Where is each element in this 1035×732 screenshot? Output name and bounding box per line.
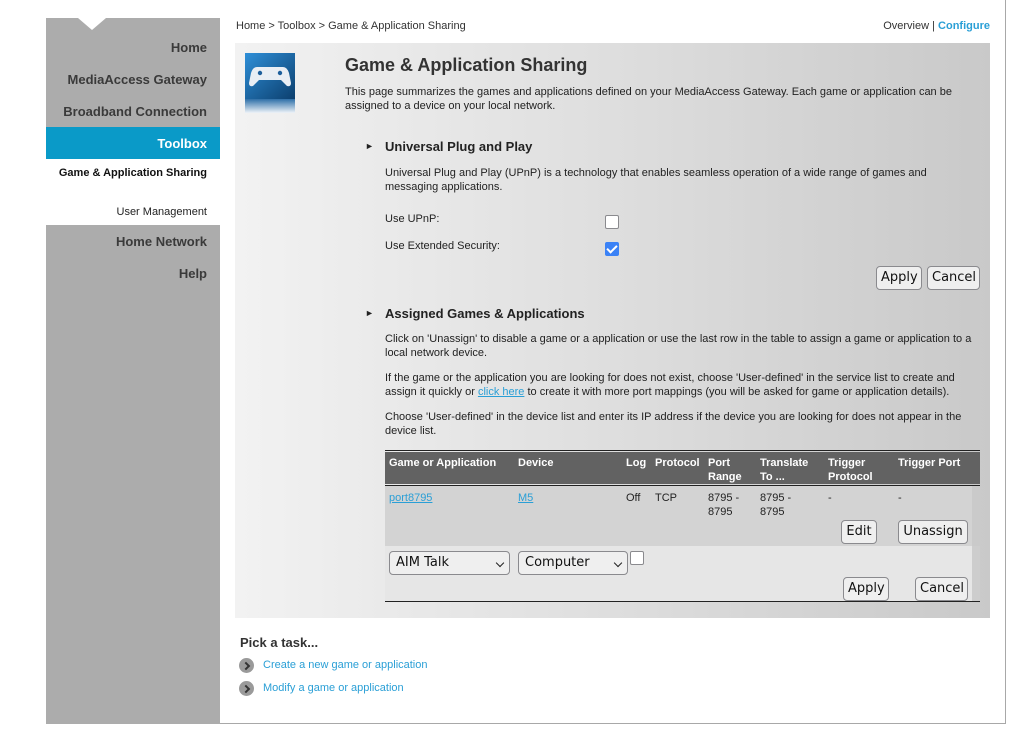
- device-select-value: Computer: [525, 555, 590, 570]
- toolbox-submenu: Game & Application Sharing User Manageme…: [46, 159, 220, 225]
- tasks-title: Pick a task...: [240, 635, 319, 650]
- sidebar-notch: [78, 18, 106, 30]
- new-row-cancel-button[interactable]: Cancel: [915, 577, 968, 601]
- th-trigger-port: Trigger Port: [898, 457, 961, 469]
- section-arrow-icon: ►: [365, 141, 374, 151]
- sidebar-item-home[interactable]: Home: [171, 40, 207, 55]
- upnp-apply-button[interactable]: Apply: [876, 266, 922, 290]
- game-link[interactable]: port8795: [389, 492, 432, 504]
- chevron-right-icon: [239, 658, 254, 673]
- device-link[interactable]: M5: [518, 492, 533, 504]
- task-create-game-label: Create a new game or application: [263, 659, 428, 671]
- view-separator: |: [932, 20, 935, 32]
- chevron-down-icon: [613, 558, 623, 568]
- click-here-link[interactable]: click here: [478, 386, 524, 398]
- page-title: Game & Application Sharing: [345, 55, 588, 75]
- task-modify-game-label: Modify a game or application: [263, 682, 404, 694]
- extended-security-checkbox[interactable]: [605, 242, 619, 256]
- protocol-value: TCP: [655, 492, 677, 504]
- view-links: Overview | Configure: [883, 20, 990, 32]
- assigned-para-device: Choose 'User-defined' in the device list…: [385, 411, 962, 437]
- upnp-description: Universal Plug and Play (UPnP) is a tech…: [385, 167, 927, 193]
- use-upnp-label: Use UPnP:: [385, 213, 440, 225]
- breadcrumb: Home > Toolbox > Game & Application Shar…: [236, 20, 466, 32]
- unassign-button[interactable]: Unassign: [898, 520, 968, 544]
- upnp-section-title: Universal Plug and Play: [385, 139, 533, 154]
- table-header: Game or Application Device Log Protocol …: [385, 452, 980, 484]
- sidebar-item-home-network[interactable]: Home Network: [116, 234, 207, 249]
- edit-button[interactable]: Edit: [841, 520, 877, 544]
- sidebar-item-broadband-connection[interactable]: Broadband Connection: [63, 104, 207, 119]
- table-new-row: AIM Talk Computer Apply Cancel: [385, 546, 972, 601]
- subnav-item-game-application-sharing[interactable]: Game & Application Sharing: [57, 166, 207, 180]
- game-select[interactable]: AIM Talk: [389, 551, 510, 575]
- game-select-value: AIM Talk: [396, 555, 449, 570]
- th-device: Device: [518, 457, 554, 469]
- subnav-item-user-management[interactable]: User Management: [117, 206, 208, 218]
- translate-to-value: 8795 - 8795: [760, 492, 792, 518]
- page-frame-right: [1005, 0, 1006, 724]
- chevron-right-icon: [239, 681, 254, 696]
- assigned-para2-after: to create it with more port mappings (yo…: [524, 386, 950, 398]
- new-row-apply-button[interactable]: Apply: [843, 577, 889, 601]
- gamepad-icon: [245, 53, 295, 113]
- sidebar-item-mediaaccess-gateway[interactable]: MediaAccess Gateway: [68, 72, 207, 87]
- content-panel: Game & Application Sharing This page sum…: [235, 43, 990, 618]
- table-top-rule: [385, 450, 980, 451]
- table-row: port8795 M5 Off TCP 8795 - 8795 8795 - 8…: [385, 486, 972, 546]
- device-select[interactable]: Computer: [518, 551, 628, 575]
- sidebar-item-help[interactable]: Help: [179, 266, 207, 281]
- upnp-cancel-button[interactable]: Cancel: [927, 266, 980, 290]
- extended-security-label: Use Extended Security:: [385, 240, 500, 252]
- log-checkbox[interactable]: [630, 551, 644, 565]
- assigned-section-title: Assigned Games & Applications: [385, 306, 585, 321]
- page-description: This page summarizes the games and appli…: [345, 86, 952, 112]
- log-value: Off: [626, 492, 641, 504]
- table-row-edge: [972, 546, 980, 601]
- th-trigger-protocol: Trigger Protocol: [828, 457, 873, 483]
- page-frame-bottom: [220, 723, 1006, 724]
- use-upnp-checkbox[interactable]: [605, 215, 619, 229]
- th-port-range: Port Range: [708, 457, 742, 483]
- sidebar-item-toolbox[interactable]: Toolbox: [46, 127, 220, 159]
- section-arrow-icon: ►: [365, 308, 374, 318]
- th-protocol: Protocol: [655, 457, 700, 469]
- assigned-para-unassign: Click on 'Unassign' to disable a game or…: [385, 333, 972, 359]
- trigger-port-value: -: [898, 492, 902, 504]
- th-translate-to: Translate To ...: [760, 457, 809, 483]
- port-range-value: 8795 - 8795: [708, 492, 740, 518]
- assigned-para-user-defined: If the game or the application you are l…: [385, 371, 980, 399]
- chevron-down-icon: [495, 558, 505, 568]
- table-bottom-rule: [385, 601, 980, 602]
- trigger-protocol-value: -: [828, 492, 832, 504]
- th-game: Game or Application: [389, 457, 497, 469]
- configure-link[interactable]: Configure: [938, 20, 990, 32]
- sidebar-item-toolbox-label: Toolbox: [157, 136, 207, 151]
- sidebar: Home MediaAccess Gateway Broadband Conne…: [46, 18, 220, 724]
- overview-link[interactable]: Overview: [883, 20, 929, 32]
- th-log: Log: [626, 457, 647, 469]
